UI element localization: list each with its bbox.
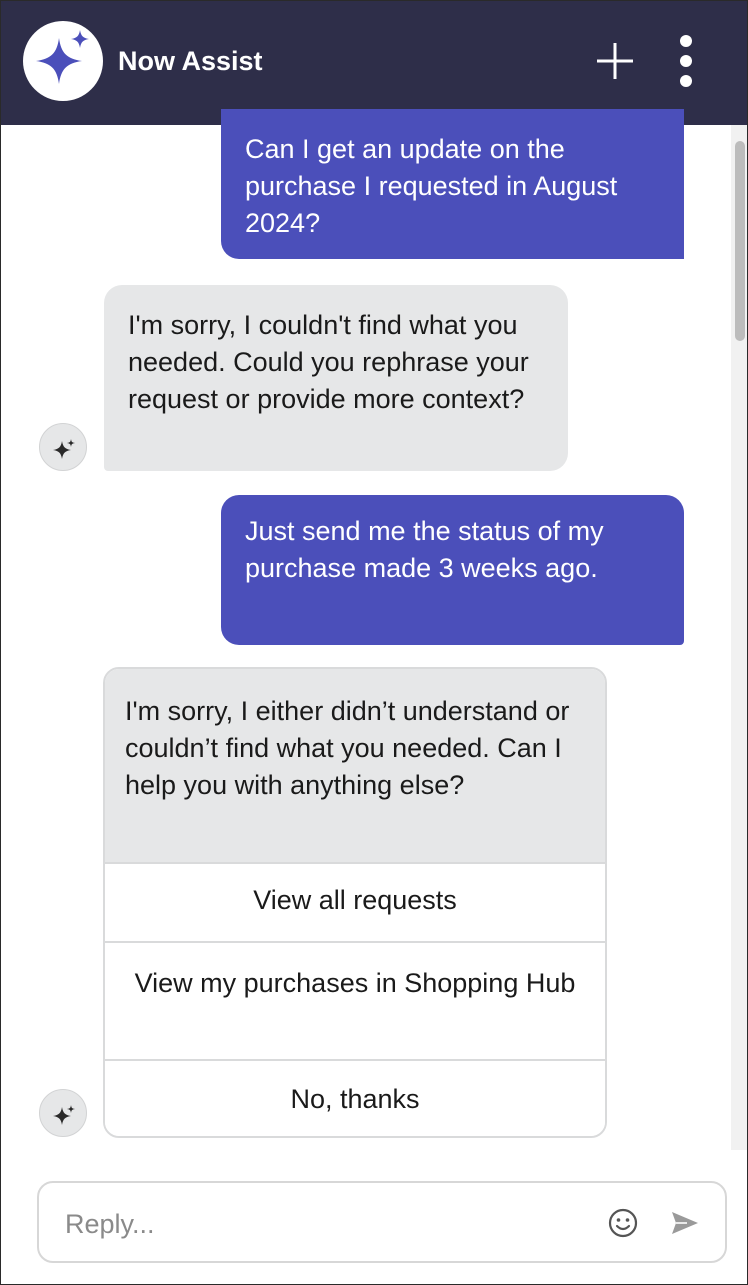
reply-input[interactable] [63,1201,587,1247]
sparkle-icon [36,30,89,84]
message-text: Can I get an update on the purchase I re… [245,134,618,238]
more-vertical-icon [680,35,692,87]
assistant-avatar [39,1089,87,1137]
option-no-thanks[interactable]: No, thanks [105,1059,605,1136]
message-text: I'm sorry, I either didn’t understand or… [125,696,570,800]
plus-icon [597,43,633,79]
reply-composer [37,1181,727,1263]
more-options-button[interactable] [669,31,703,91]
send-icon [672,1212,698,1234]
assistant-options-card: I'm sorry, I either didn’t understand or… [103,667,607,1138]
chat-title: Now Assist [118,46,263,76]
assistant-message: I'm sorry, I couldn't find what you need… [104,285,568,471]
message-text: I'm sorry, I couldn't find what you need… [128,310,529,414]
emoji-button[interactable] [605,1205,641,1241]
chat-window: Now Assist Can I get an update on the pu… [0,0,748,1285]
send-button[interactable] [667,1205,703,1241]
message-text: Just send me the status of my purchase m… [245,516,604,583]
now-assist-logo [23,21,103,101]
chat-header: Now Assist [1,1,747,125]
option-view-purchases[interactable]: View my purchases in Shopping Hub [105,941,605,1059]
scrollbar-thumb[interactable] [735,141,745,341]
sparkle-icon [53,439,75,459]
new-chat-button[interactable] [593,39,637,83]
option-label: View all requests [253,885,457,915]
option-label: View my purchases in Shopping Hub [134,968,576,998]
user-message: Just send me the status of my purchase m… [221,495,684,645]
option-label: No, thanks [290,1084,420,1114]
smiley-icon [608,1208,638,1238]
option-view-all-requests[interactable]: View all requests [105,862,605,941]
sparkle-icon [53,1105,75,1125]
assistant-avatar [39,423,87,471]
user-message: Can I get an update on the purchase I re… [221,109,684,259]
assistant-message: I'm sorry, I either didn’t understand or… [105,669,605,862]
